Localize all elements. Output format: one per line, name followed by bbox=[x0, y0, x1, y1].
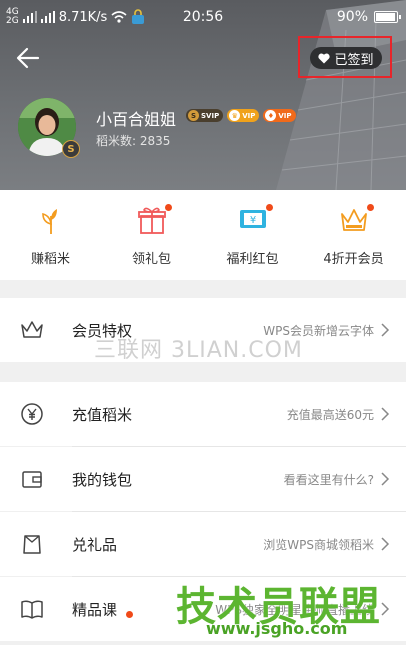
quick-action-member[interactable]: 4折开会员 bbox=[303, 190, 404, 280]
menu-item-wallet[interactable]: 我的钱包 看看这里有什么? bbox=[0, 447, 406, 511]
menu-item-vip-privileges[interactable]: 会员特权 WPS会员新增云字体 bbox=[0, 298, 406, 362]
bag-icon bbox=[23, 535, 41, 554]
gift-icon bbox=[137, 207, 166, 234]
chevron-right-icon bbox=[381, 472, 390, 486]
gift-notification-dot bbox=[165, 204, 172, 211]
svg-text:¥: ¥ bbox=[249, 215, 255, 226]
wallet-icon bbox=[22, 471, 42, 488]
menu-item-gifts[interactable]: 兑礼品 浏览WPS商城领稻米 bbox=[0, 512, 406, 576]
crown-icon bbox=[340, 209, 367, 231]
vip-badges: S SVIP ♛ VIP ♦ VIP bbox=[186, 109, 296, 122]
vip-badge-2: ♦ VIP bbox=[263, 109, 296, 122]
svip-badge: S SVIP bbox=[186, 109, 224, 122]
battery-percent: 90% bbox=[336, 9, 368, 25]
chevron-right-icon bbox=[381, 407, 390, 421]
status-bar: 4G 2G 8.71K/s 20:56 90% bbox=[0, 0, 406, 34]
book-icon bbox=[21, 600, 43, 619]
signed-in-button[interactable]: 已签到 bbox=[310, 47, 382, 69]
chevron-right-icon bbox=[381, 323, 390, 337]
quick-action-red-packet[interactable]: ¥ 福利红包 bbox=[202, 190, 303, 280]
back-arrow-icon[interactable] bbox=[14, 44, 42, 72]
quick-actions: 赚稻米 领礼包 ¥ 福利红包 4折开会员 bbox=[0, 190, 406, 280]
crown-outline-icon bbox=[21, 321, 43, 338]
red-packet-notification-dot bbox=[266, 204, 273, 211]
wheat-icon bbox=[41, 209, 57, 234]
rice-count: 稻米数: 2835 bbox=[96, 134, 171, 148]
quick-action-earn-rice[interactable]: 赚稻米 bbox=[0, 190, 101, 280]
battery-icon bbox=[374, 11, 401, 23]
member-notification-dot bbox=[367, 204, 374, 211]
menu-item-courses[interactable]: 精品课 WPS独家全明星讲师直播上线 bbox=[0, 577, 406, 641]
heart-icon bbox=[318, 53, 331, 63]
profile-header: 4G 2G 8.71K/s 20:56 90% 已签到 S 小百合姐姐 S SV… bbox=[0, 0, 406, 190]
yen-icon bbox=[21, 403, 43, 425]
menu-item-recharge[interactable]: 充值稻米 充值最高送60元 bbox=[0, 382, 406, 446]
quick-action-gift[interactable]: 领礼包 bbox=[101, 190, 202, 280]
courses-notification-dot bbox=[126, 611, 133, 618]
chevron-right-icon bbox=[381, 602, 390, 616]
coupon-icon: ¥ bbox=[239, 210, 266, 228]
signed-label: 已签到 bbox=[334, 52, 374, 68]
vip-badge: ♛ VIP bbox=[227, 109, 260, 122]
username: 小百合姐姐 bbox=[96, 110, 177, 129]
chevron-right-icon bbox=[381, 537, 390, 551]
svip-avatar-badge: S bbox=[62, 140, 80, 158]
signed-highlight: 已签到 bbox=[298, 36, 392, 78]
